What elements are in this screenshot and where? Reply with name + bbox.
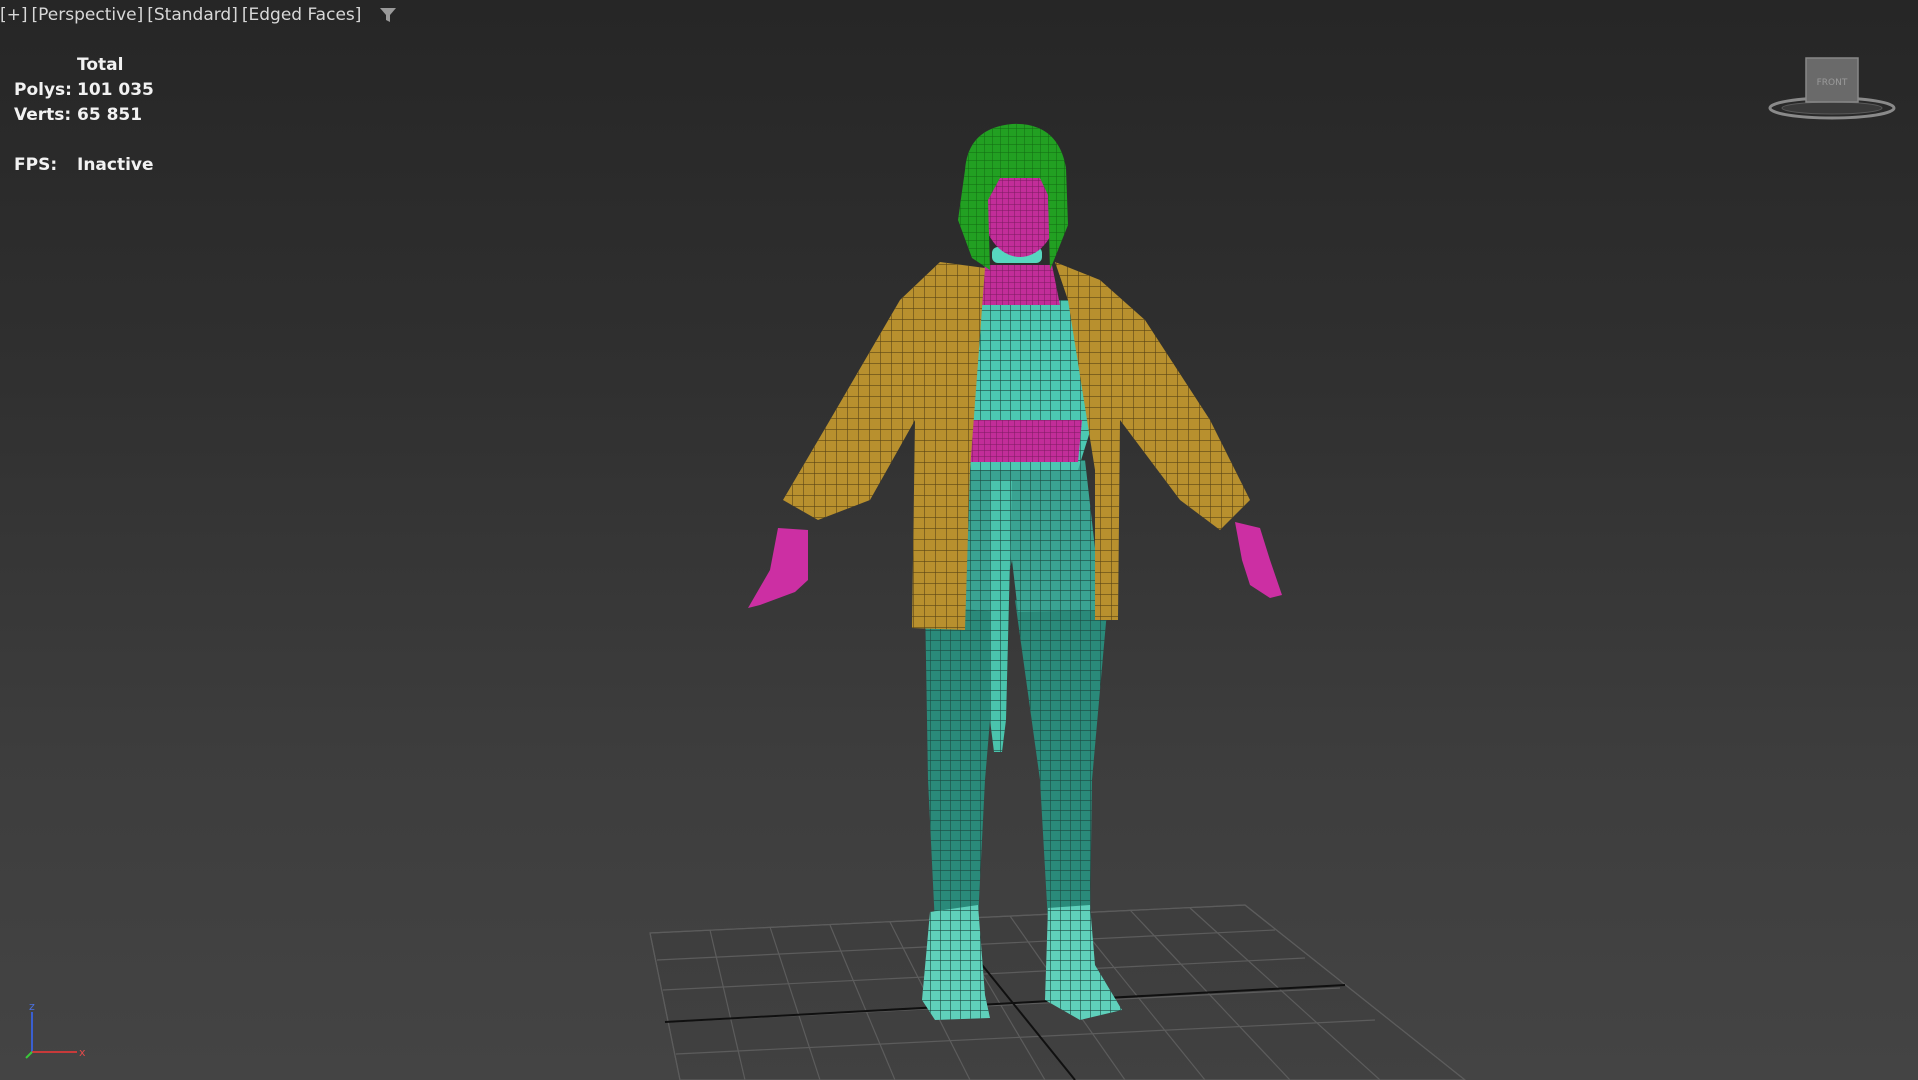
character-model bbox=[748, 123, 1282, 1020]
viewport-shading-menu[interactable]: [Standard] bbox=[147, 5, 238, 25]
verts-label: Verts: bbox=[14, 104, 72, 125]
filter-icon[interactable] bbox=[379, 4, 401, 26]
statistics-overlay: Total Polys: 101 035 Verts: 65 851 FPS: Ina… bbox=[14, 52, 154, 177]
axis-x-label: x bbox=[79, 1046, 86, 1059]
viewcube-front-label[interactable]: FRONT bbox=[1817, 78, 1848, 88]
viewcube[interactable]: FRONT bbox=[1768, 52, 1896, 124]
axis-tripod: z x bbox=[25, 1000, 86, 1059]
viewport-label-menu: [+] [Perspective] [Standard] [Edged Face… bbox=[0, 4, 401, 26]
fps-value: Inactive bbox=[77, 154, 154, 175]
stats-header: Total bbox=[77, 54, 124, 75]
polys-label: Polys: bbox=[14, 79, 72, 100]
verts-value: 65 851 bbox=[77, 104, 143, 125]
viewport-plus-menu[interactable]: [+] bbox=[0, 5, 28, 25]
viewport-view-menu[interactable]: [Perspective] bbox=[32, 5, 144, 25]
viewport-scene[interactable] bbox=[0, 0, 1918, 1080]
fps-label: FPS: bbox=[14, 154, 58, 175]
axis-z-label: z bbox=[29, 1000, 35, 1013]
viewport-display-menu[interactable]: [Edged Faces] bbox=[242, 5, 362, 25]
polys-value: 101 035 bbox=[77, 79, 154, 100]
